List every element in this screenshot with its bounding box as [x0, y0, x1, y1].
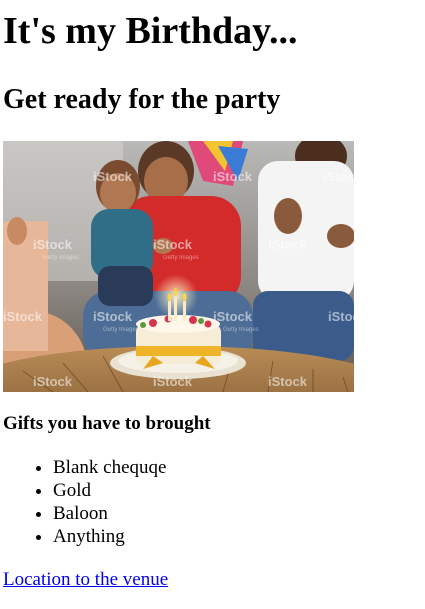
- list-item: Gold: [53, 479, 425, 502]
- list-item: Blank chequqe: [53, 456, 425, 479]
- watermark-text: iStock: [33, 374, 73, 389]
- watermark-text: iStock: [268, 237, 308, 252]
- watermark-credit: Getty Images: [163, 255, 199, 261]
- watermark-text: iStock: [213, 309, 253, 324]
- watermark-credit: Getty Images: [223, 327, 259, 333]
- list-item: Anything: [53, 525, 425, 548]
- venue-location-link[interactable]: Location to the venue: [3, 568, 168, 592]
- watermark-text: iStock: [328, 309, 354, 324]
- watermark-text: iStock: [93, 169, 133, 184]
- watermark-text: iStock: [268, 374, 308, 389]
- watermark-text: iStock: [323, 169, 354, 184]
- watermark-text: iStock: [33, 237, 73, 252]
- page: It's my Birthday... Get ready for the pa…: [0, 9, 425, 592]
- page-title: It's my Birthday...: [3, 10, 298, 52]
- list-item: Baloon: [53, 502, 425, 525]
- watermark-credit: Getty Images: [43, 255, 79, 261]
- gifts-list: Blank chequqe Gold Baloon Anything: [3, 456, 425, 548]
- watermark-text: iStock: [153, 374, 193, 389]
- watermark-text: iStock: [153, 237, 193, 252]
- gifts-title: Gifts you have to brought: [3, 413, 211, 434]
- watermark-credit: Getty Images: [103, 327, 139, 333]
- watermark-text: iStock: [213, 169, 253, 184]
- watermark-text: iStock: [93, 309, 133, 324]
- birthday-photo: iStock iStock iStock iStock iStock iStoc…: [3, 141, 354, 392]
- watermark-text: iStock: [3, 309, 43, 324]
- page-subtitle: Get ready for the party: [3, 84, 281, 115]
